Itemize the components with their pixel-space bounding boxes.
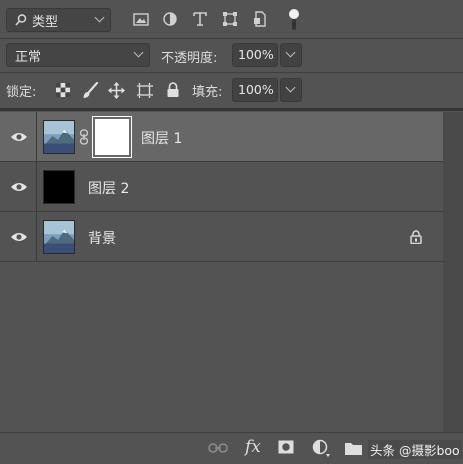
filter-toolbar: 类型 [0, 0, 463, 38]
lock-all-icon[interactable] [166, 82, 180, 98]
layer-visibility-toggle[interactable] [0, 162, 37, 212]
search-icon [15, 14, 27, 26]
layer-name[interactable]: 图层 1 [141, 128, 182, 148]
layer-mask-thumbnail[interactable] [92, 116, 132, 158]
opacity-slider-button[interactable] [280, 43, 302, 67]
type-layer-filter-icon[interactable] [192, 11, 208, 27]
lock-label: 锁定: [6, 85, 37, 100]
lock-transparent-pixels-icon[interactable] [56, 83, 70, 97]
layer-visibility-toggle[interactable] [0, 112, 37, 162]
watermark-text: 头条 @摄影boo [368, 440, 462, 459]
layer-thumbnail-mountain [43, 220, 75, 254]
fill-label: 填充: [192, 85, 223, 100]
layer-thumbnail-mountain [43, 120, 75, 154]
layer-name[interactable]: 背景 [88, 228, 116, 248]
layer-row-background[interactable]: 背景 [0, 212, 443, 262]
blend-mode-label: 正常 [15, 49, 42, 65]
layer-lock-icon[interactable] [410, 230, 422, 244]
eye-icon [11, 133, 27, 141]
filter-toggle-switch[interactable] [287, 8, 301, 32]
lock-artboard-icon[interactable] [136, 82, 154, 99]
blend-mode-dropdown[interactable]: 正常 [6, 43, 150, 67]
layer-row-layer-1[interactable]: 图层 1 [0, 112, 443, 162]
shape-layer-filter-icon[interactable] [222, 11, 238, 27]
new-group-folder-icon[interactable] [345, 441, 363, 455]
filter-kind-label: 类型 [32, 14, 59, 30]
layers-scrollbar[interactable] [443, 112, 463, 432]
eye-icon [11, 183, 27, 191]
smart-object-filter-icon[interactable] [252, 11, 268, 27]
layer-row-layer-2[interactable]: 图层 2 [0, 162, 443, 212]
opacity-label: 不透明度: [161, 51, 218, 66]
filter-kind-dropdown[interactable]: 类型 [6, 8, 111, 32]
lock-position-icon[interactable] [108, 82, 125, 99]
mask-link-icon[interactable] [79, 129, 89, 145]
opacity-input[interactable]: 100% [232, 43, 278, 67]
eye-icon [11, 233, 27, 241]
layer-thumbnail-black [43, 170, 75, 204]
layers-footer: fx 头条 @摄影boo [0, 433, 463, 464]
new-adjustment-layer-icon[interactable] [312, 439, 330, 457]
add-mask-icon[interactable] [278, 440, 294, 454]
layer-visibility-toggle[interactable] [0, 212, 37, 262]
fill-slider-button[interactable] [280, 78, 302, 102]
adjustment-layer-filter-icon[interactable] [162, 11, 178, 27]
lock-image-pixels-icon[interactable] [82, 82, 99, 99]
link-layers-icon[interactable] [208, 441, 228, 455]
layer-style-fx-button[interactable]: fx [245, 437, 261, 457]
layer-name[interactable]: 图层 2 [88, 178, 129, 198]
pixel-layer-filter-icon[interactable] [133, 11, 149, 27]
fill-input[interactable]: 100% [232, 78, 278, 102]
